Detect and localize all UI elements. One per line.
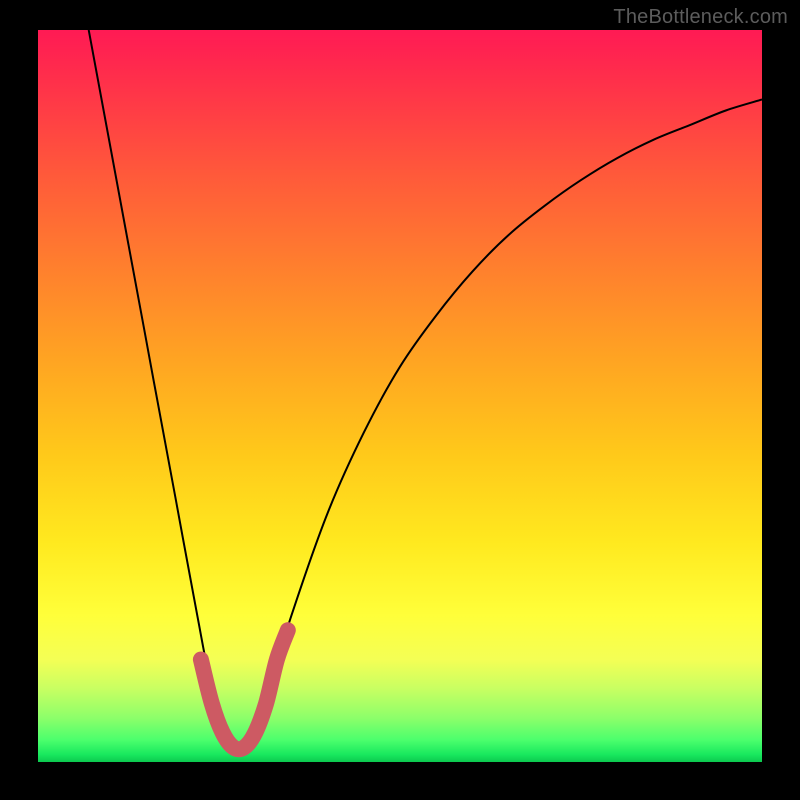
bottleneck-curve-path	[89, 30, 762, 747]
plot-area	[38, 30, 762, 762]
curve-layer	[38, 30, 762, 762]
trough-highlight-path	[201, 630, 288, 749]
chart-frame: TheBottleneck.com	[0, 0, 800, 800]
attribution-label: TheBottleneck.com	[613, 6, 788, 29]
